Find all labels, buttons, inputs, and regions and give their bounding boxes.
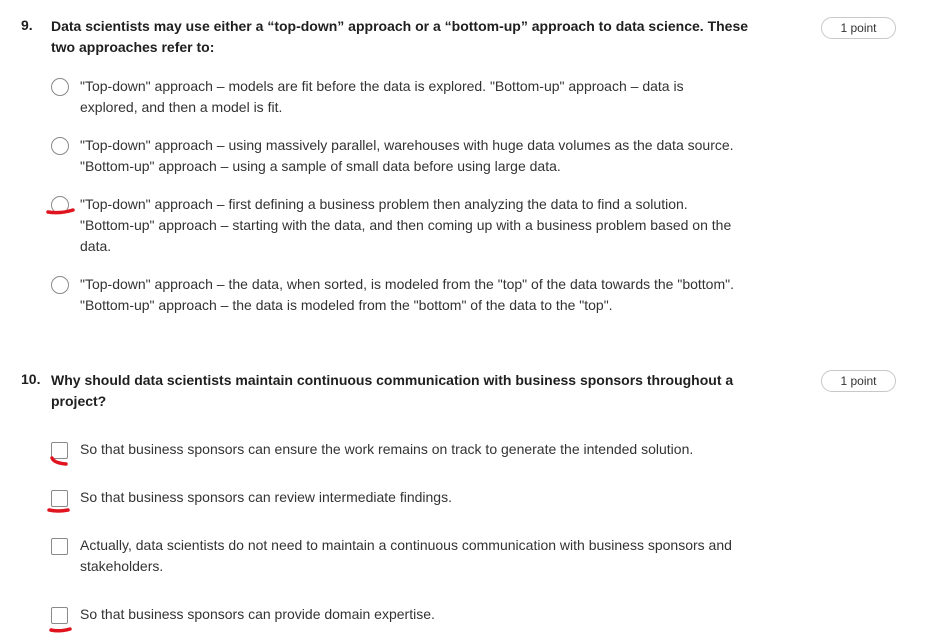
checkbox[interactable] xyxy=(51,607,68,624)
question-number: 10. xyxy=(21,371,41,387)
option-label: "Top-down" approach – models are fit bef… xyxy=(80,78,684,115)
option-label: So that business sponsors can provide do… xyxy=(80,606,435,622)
checkbox[interactable] xyxy=(51,490,68,507)
radio-button[interactable] xyxy=(51,78,69,96)
underline-mark-q10-option2 xyxy=(47,508,70,513)
underline-mark-q10-option4 xyxy=(49,627,72,633)
question-number: 9. xyxy=(21,17,33,33)
question-text: Why should data scientists maintain cont… xyxy=(51,372,734,409)
checkbox[interactable] xyxy=(51,442,68,459)
question-text: Data scientists may use either a “top-do… xyxy=(51,18,749,55)
radio-button[interactable] xyxy=(51,276,69,294)
option-label: "Top-down" approach – first defining a b… xyxy=(80,196,732,254)
option-label: So that business sponsors can ensure the… xyxy=(80,441,694,457)
radio-button[interactable] xyxy=(51,137,69,155)
points-badge: 1 point xyxy=(821,370,896,392)
option-label: "Top-down" approach – using massively pa… xyxy=(80,137,734,174)
checkbox[interactable] xyxy=(51,538,68,555)
points-badge: 1 point xyxy=(821,17,896,39)
option-label: Actually, data scientists do not need to… xyxy=(80,537,732,574)
option-label: "Top-down" approach – the data, when sor… xyxy=(80,276,734,313)
option-label: So that business sponsors can review int… xyxy=(80,489,452,505)
radio-button[interactable] xyxy=(51,196,69,214)
